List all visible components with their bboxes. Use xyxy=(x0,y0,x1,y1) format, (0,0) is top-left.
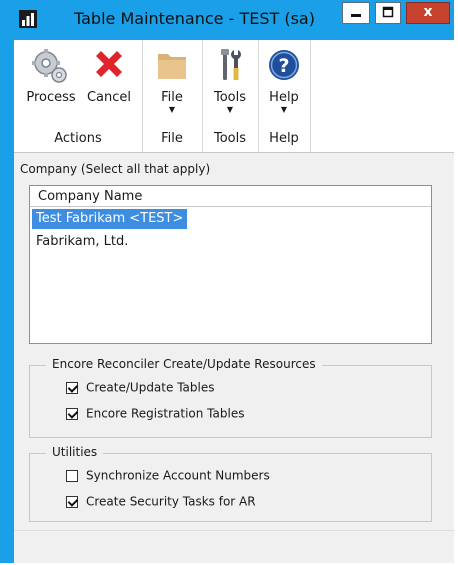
tools-dropdown-arrow-icon: ▼ xyxy=(226,105,234,114)
file-menu-button[interactable]: File ▼ xyxy=(150,46,194,114)
ribbon-group-help: ? Help ▼ Help xyxy=(258,40,311,152)
group-name-help: Help xyxy=(269,131,299,146)
cancel-button[interactable]: Cancel xyxy=(84,46,134,105)
minimize-button[interactable] xyxy=(342,2,370,24)
company-listbox[interactable]: Company Name Test Fabrikam <TEST> Fabrik… xyxy=(29,185,432,344)
company-row-test-fabrikam[interactable]: Test Fabrikam <TEST> xyxy=(32,209,188,229)
synchronize-account-numbers-checkbox[interactable] xyxy=(66,469,78,482)
svg-text:?: ? xyxy=(278,55,289,77)
synchronize-account-numbers-label: Synchronize Account Numbers xyxy=(86,468,270,483)
utilities-title: Utilities xyxy=(46,445,104,459)
ribbon-group-tools: Tools ▼ Tools xyxy=(202,40,259,152)
window-edge xyxy=(454,0,458,565)
help-label: Help xyxy=(269,90,299,105)
help-menu-button[interactable]: ? Help ▼ xyxy=(262,46,306,114)
ribbon-group-file: File ▼ File xyxy=(142,40,203,152)
ribbon: Process Cancel Actions File ▼ File Tools… xyxy=(14,40,454,153)
window-title: Table Maintenance - TEST (sa) xyxy=(74,9,315,28)
help-icon: ? xyxy=(269,50,299,80)
create-security-tasks-label: Create Security Tasks for AR xyxy=(86,494,256,509)
group-name-actions: Actions xyxy=(54,131,102,146)
create-update-tables-label: Create/Update Tables xyxy=(86,380,215,395)
process-gears-icon xyxy=(32,49,67,83)
tools-icon xyxy=(221,49,241,80)
ribbon-group-actions: Process Cancel Actions xyxy=(14,40,143,152)
process-label: Process xyxy=(26,90,76,105)
create-update-tables-checkbox[interactable] xyxy=(66,381,78,394)
app-icon xyxy=(19,10,37,28)
utilities-group: Utilities Synchronize Account Numbers Cr… xyxy=(29,445,432,522)
footer-divider xyxy=(14,530,454,531)
encore-resources-title: Encore Reconciler Create/Update Resource… xyxy=(46,357,322,371)
encore-resources-group: Encore Reconciler Create/Update Resource… xyxy=(29,357,432,438)
maximize-button[interactable] xyxy=(375,2,401,24)
cancel-label: Cancel xyxy=(86,90,132,105)
group-name-tools: Tools xyxy=(213,131,247,146)
file-dropdown-arrow-icon: ▼ xyxy=(168,105,176,114)
folder-icon xyxy=(158,54,186,79)
cancel-x-icon xyxy=(96,51,122,77)
minimize-icon xyxy=(351,14,361,17)
tools-menu-button[interactable]: Tools ▼ xyxy=(208,46,252,114)
file-label: File xyxy=(161,90,183,105)
company-select-label: Company (Select all that apply) xyxy=(20,162,211,176)
maximize-icon xyxy=(382,6,394,18)
process-button[interactable]: Process xyxy=(26,46,76,105)
create-security-tasks-checkbox[interactable] xyxy=(66,495,78,508)
encore-registration-tables-option[interactable]: Encore Registration Tables xyxy=(66,406,244,421)
synchronize-account-numbers-option[interactable]: Synchronize Account Numbers xyxy=(66,468,270,483)
company-row-fabrikam-ltd[interactable]: Fabrikam, Ltd. xyxy=(32,232,132,252)
create-security-tasks-option[interactable]: Create Security Tasks for AR xyxy=(66,494,256,509)
title-bar[interactable]: Table Maintenance - TEST (sa) x xyxy=(14,0,454,40)
company-name-column-header[interactable]: Company Name xyxy=(30,186,431,207)
encore-registration-tables-label: Encore Registration Tables xyxy=(86,406,245,421)
create-update-tables-option[interactable]: Create/Update Tables xyxy=(66,380,214,395)
group-name-file: File xyxy=(161,131,183,146)
help-dropdown-arrow-icon: ▼ xyxy=(280,105,288,114)
encore-registration-tables-checkbox[interactable] xyxy=(66,407,78,420)
tools-label: Tools xyxy=(213,90,247,105)
close-button[interactable]: x xyxy=(406,2,450,24)
close-icon: x xyxy=(423,4,433,20)
